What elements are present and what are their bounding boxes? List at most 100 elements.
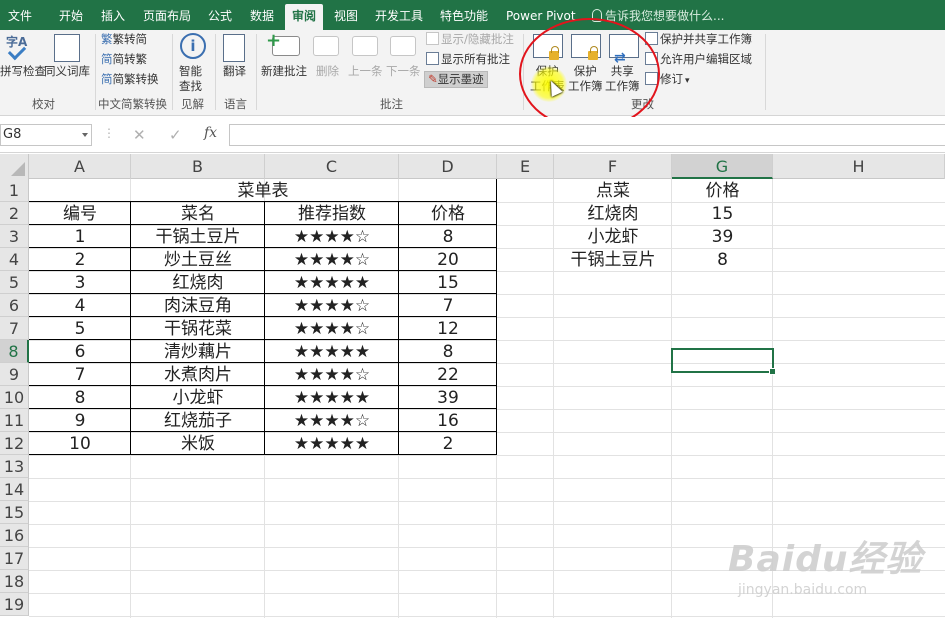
menu-table-cell[interactable]: 15 <box>399 271 497 294</box>
previous-comment-button[interactable]: 上一条 <box>348 64 383 79</box>
menu-table-cell[interactable]: 干锅土豆片 <box>131 225 265 248</box>
chinese-convert-button[interactable]: 简简繁转换 <box>101 72 159 87</box>
menu-table-cell[interactable]: 2 <box>29 248 131 271</box>
insert-function-icon[interactable]: fx <box>204 125 217 141</box>
active-cell-g8[interactable] <box>671 348 776 375</box>
menu-table-cell[interactable]: ★★★★☆ <box>265 248 399 271</box>
menu-table-cell[interactable]: 红烧肉 <box>131 271 265 294</box>
menu-table-cell[interactable]: ★★★★★ <box>265 432 399 455</box>
tab-file[interactable]: 文件 <box>8 4 32 30</box>
translate-button[interactable]: 翻译 <box>223 64 246 79</box>
track-changes-button[interactable]: 修订 ▾ <box>645 72 690 89</box>
order-table-cell[interactable]: 8 <box>672 248 773 271</box>
menu-table-cell[interactable]: 7 <box>399 294 497 317</box>
menu-table-cell[interactable]: 2 <box>399 432 497 455</box>
menu-table-cell[interactable]: 小龙虾 <box>131 386 265 409</box>
row-header-4[interactable]: 4 <box>0 248 29 271</box>
row-header-6[interactable]: 6 <box>0 294 29 317</box>
delete-comment-button[interactable]: 删除 <box>316 64 339 79</box>
name-box[interactable]: G8 <box>0 124 92 146</box>
menu-table-cell[interactable]: 炒土豆丝 <box>131 248 265 271</box>
order-table-cell[interactable]: 红烧肉 <box>554 202 672 225</box>
menu-table-cell[interactable]: 干锅花菜 <box>131 317 265 340</box>
order-table-cell[interactable]: 小龙虾 <box>554 225 672 248</box>
enter-icon[interactable]: ✓ <box>169 126 182 144</box>
select-all-corner[interactable] <box>0 154 29 179</box>
order-table-cell[interactable]: 15 <box>672 202 773 225</box>
menu-table-cell[interactable]: ★★★★★ <box>265 386 399 409</box>
row-header-18[interactable]: 18 <box>0 570 29 593</box>
spelling-check-button[interactable]: 拼写检查 <box>0 64 46 79</box>
menu-table-cell[interactable]: 9 <box>29 409 131 432</box>
column-header-b[interactable]: B <box>131 154 265 179</box>
menu-table-cell[interactable]: 4 <box>29 294 131 317</box>
row-header-15[interactable]: 15 <box>0 501 29 524</box>
menu-table-cell[interactable]: 22 <box>399 363 497 386</box>
menu-table-cell[interactable]: 水煮肉片 <box>131 363 265 386</box>
menu-table-cell[interactable]: 20 <box>399 248 497 271</box>
show-hide-comment-button[interactable]: 显示/隐藏批注 <box>426 32 514 47</box>
to-traditional-button[interactable]: 简简转繁 <box>101 52 147 67</box>
column-header-g[interactable]: G <box>672 154 773 179</box>
tab-view[interactable]: 视图 <box>334 4 358 30</box>
tab-formulas[interactable]: 公式 <box>208 4 232 30</box>
tab-page-layout[interactable]: 页面布局 <box>143 4 191 30</box>
menu-header-cell[interactable]: 编号 <box>29 202 131 225</box>
menu-table-cell[interactable]: ★★★★☆ <box>265 294 399 317</box>
column-header-h[interactable]: H <box>773 154 945 179</box>
menu-table-cell[interactable]: 清炒藕片 <box>131 340 265 363</box>
order-header-cell[interactable]: 价格 <box>672 179 773 202</box>
menu-table-cell[interactable]: ★★★★★ <box>265 340 399 363</box>
tab-data[interactable]: 数据 <box>250 4 274 30</box>
show-all-comments-button[interactable]: 显示所有批注 <box>426 52 510 67</box>
menu-table-cell[interactable]: ★★★★☆ <box>265 317 399 340</box>
row-header-13[interactable]: 13 <box>0 455 29 478</box>
tab-insert[interactable]: 插入 <box>101 4 125 30</box>
menu-table-cell[interactable]: 红烧茄子 <box>131 409 265 432</box>
tab-home[interactable]: 开始 <box>59 4 83 30</box>
to-simplified-button[interactable]: 繁繁转简 <box>101 32 147 47</box>
row-header-8[interactable]: 8 <box>0 340 29 363</box>
tab-special-features[interactable]: 特色功能 <box>440 4 488 30</box>
menu-table-cell[interactable]: 10 <box>29 432 131 455</box>
column-header-f[interactable]: F <box>554 154 672 179</box>
tab-power-pivot[interactable]: Power Pivot <box>506 4 576 30</box>
smart-lookup-button[interactable]: 智能 查找 <box>179 64 202 94</box>
menu-table-cell[interactable]: 3 <box>29 271 131 294</box>
menu-table-cell[interactable]: 6 <box>29 340 131 363</box>
row-header-16[interactable]: 16 <box>0 524 29 547</box>
menu-header-cell[interactable]: 价格 <box>399 202 497 225</box>
show-ink-button[interactable]: ✎显示墨迹 <box>424 71 488 88</box>
menu-table-title[interactable]: 菜单表 <box>29 179 497 202</box>
menu-table-cell[interactable]: 8 <box>399 340 497 363</box>
thesaurus-button[interactable]: 同义词库 <box>44 64 90 79</box>
formula-input[interactable] <box>229 124 945 146</box>
tab-developer[interactable]: 开发工具 <box>375 4 423 30</box>
row-header-14[interactable]: 14 <box>0 478 29 501</box>
menu-table-cell[interactable]: 8 <box>399 225 497 248</box>
new-comment-button[interactable]: 新建批注 <box>261 64 307 79</box>
menu-table-cell[interactable]: 16 <box>399 409 497 432</box>
row-header-7[interactable]: 7 <box>0 317 29 340</box>
column-header-c[interactable]: C <box>265 154 399 179</box>
menu-table-cell[interactable]: ★★★★☆ <box>265 363 399 386</box>
menu-table-cell[interactable]: ★★★★☆ <box>265 225 399 248</box>
menu-table-cell[interactable]: 7 <box>29 363 131 386</box>
menu-header-cell[interactable]: 推荐指数 <box>265 202 399 225</box>
menu-table-cell[interactable]: 米饭 <box>131 432 265 455</box>
row-header-3[interactable]: 3 <box>0 225 29 248</box>
order-table-cell[interactable]: 干锅土豆片 <box>554 248 672 271</box>
column-header-a[interactable]: A <box>29 154 131 179</box>
menu-table-cell[interactable]: 肉沫豆角 <box>131 294 265 317</box>
tell-me-box[interactable]: 告诉我您想要做什么... <box>592 4 724 28</box>
tab-review[interactable]: 审阅 <box>285 4 324 30</box>
cancel-icon[interactable]: ✕ <box>133 126 146 144</box>
share-workbook-button[interactable]: 共享 工作簿 <box>605 64 640 94</box>
menu-table-cell[interactable]: 1 <box>29 225 131 248</box>
row-header-2[interactable]: 2 <box>0 202 29 225</box>
menu-table-cell[interactable]: 5 <box>29 317 131 340</box>
protect-workbook-button[interactable]: 保护 工作簿 <box>568 64 603 94</box>
menu-table-cell[interactable]: 39 <box>399 386 497 409</box>
menu-header-cell[interactable]: 菜名 <box>131 202 265 225</box>
menu-table-cell[interactable]: 8 <box>29 386 131 409</box>
